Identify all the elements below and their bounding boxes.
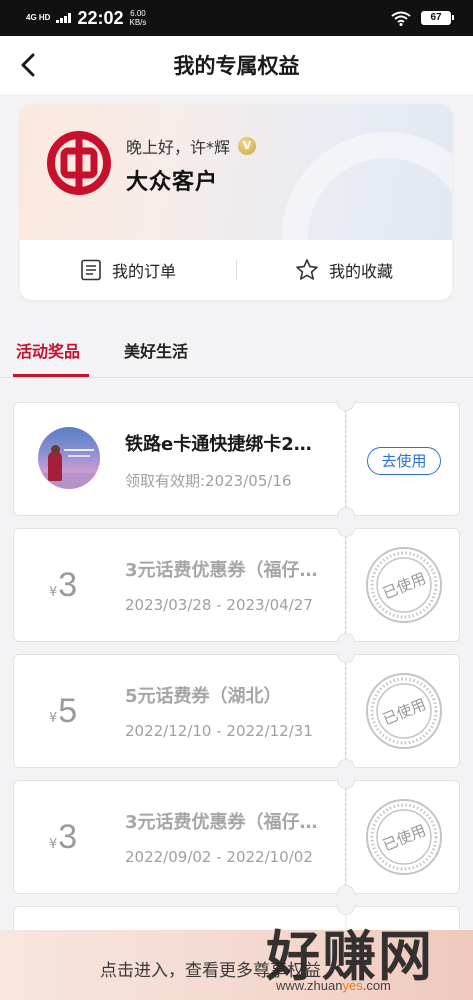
wifi-icon	[391, 11, 411, 26]
nav-bar: 我的专属权益	[0, 36, 473, 94]
coupon-card[interactable]: ¥ 5 5元话费券（湖北） 2022/12/10 - 2022/12/31 已使…	[13, 653, 460, 769]
coupon-title: 3元话费优惠券（福仔…	[125, 812, 318, 833]
coupon-thumbnail	[38, 427, 100, 489]
used-stamp-text: 已使用	[380, 569, 428, 603]
star-outline-icon	[296, 259, 318, 280]
coupon-divider	[345, 410, 346, 508]
coupon-date: 2022/09/02 - 2022/10/02	[125, 848, 313, 866]
more-benefits-banner[interactable]: 点击进入，查看更多尊享权益	[0, 930, 473, 1000]
currency-symbol: ¥	[49, 837, 58, 852]
page-title: 我的专属权益	[173, 54, 300, 78]
coupon-price: ¥ 5	[49, 692, 77, 731]
coupon-amount: 5	[58, 692, 78, 730]
action-divider	[236, 260, 237, 280]
used-stamp-icon: 已使用	[366, 799, 442, 875]
coupon-date: 2022/12/10 - 2022/12/31	[125, 722, 313, 740]
status-bar: 4G HD 22:02 6.00 KB/s 67	[0, 0, 473, 36]
currency-symbol: ¥	[49, 585, 58, 600]
coupon-title: 3元话费优惠券（福仔…	[125, 560, 318, 581]
tab-bar: 活动奖品 美好生活	[0, 316, 473, 378]
my-favorites-label: 我的收藏	[328, 262, 393, 281]
my-orders-label: 我的订单	[111, 262, 176, 281]
use-coupon-button[interactable]: 去使用	[367, 447, 441, 475]
network-indicator: 4G HD	[26, 13, 51, 22]
chevron-left-icon	[21, 53, 35, 77]
back-button[interactable]	[14, 51, 42, 79]
coupon-divider	[345, 788, 346, 886]
profile-card: 晚上好，许*辉 V 大众客户 我的订单 我的收藏	[20, 104, 452, 300]
coupon-card[interactable]: 铁路e卡通快捷绑卡2… 领取有效期:2023/05/16 去使用	[13, 401, 460, 517]
coupon-amount: 3	[58, 818, 78, 856]
used-stamp-icon: 已使用	[366, 673, 442, 749]
clock: 22:02	[77, 7, 124, 28]
coupon-date: 2023/03/28 - 2023/04/27	[125, 596, 313, 614]
vip-badge-icon: V	[238, 137, 257, 155]
more-benefits-text: 点击进入，查看更多尊享权益	[100, 961, 321, 981]
speed-unit: KB/s	[129, 18, 147, 27]
coupon-card[interactable]	[13, 905, 460, 946]
battery-icon: 67	[421, 11, 454, 25]
coupon-price: ¥ 3	[49, 566, 77, 605]
coupon-divider	[345, 536, 346, 634]
used-stamp-icon: 已使用	[366, 547, 442, 623]
currency-symbol: ¥	[49, 711, 58, 726]
coupon-title: 铁路e卡通快捷绑卡2…	[125, 434, 312, 455]
used-stamp-text: 已使用	[380, 821, 428, 855]
tab-activity-prizes[interactable]: 活动奖品	[16, 338, 80, 362]
coupon-divider	[345, 662, 346, 760]
coupon-date: 领取有效期:2023/05/16	[125, 472, 292, 490]
coupon-amount: 3	[58, 566, 78, 604]
order-list-icon	[81, 259, 101, 281]
active-tab-indicator	[13, 374, 89, 377]
tab-better-life[interactable]: 美好生活	[124, 338, 188, 362]
coupon-card[interactable]: ¥ 3 3元话费优惠券（福仔… 2023/03/28 - 2023/04/27 …	[13, 527, 460, 643]
greeting-text: 晚上好，许*辉	[126, 138, 231, 157]
coupon-card[interactable]: ¥ 3 3元话费优惠券（福仔… 2022/09/02 - 2022/10/02 …	[13, 779, 460, 895]
coupon-title: 5元话费券（湖北）	[125, 686, 282, 707]
bank-of-china-logo	[47, 131, 111, 195]
coupon-price: ¥ 3	[49, 818, 77, 857]
profile-header: 晚上好，许*辉 V 大众客户	[20, 104, 452, 240]
network-speed: 6.00 KB/s	[130, 9, 147, 27]
my-favorites-button[interactable]: 我的收藏	[236, 258, 452, 282]
signal-icon	[56, 13, 72, 23]
customer-level: 大众客户	[126, 169, 219, 195]
my-orders-button[interactable]: 我的订单	[20, 258, 236, 282]
speed-value: 6.00	[130, 9, 146, 18]
used-stamp-text: 已使用	[380, 695, 428, 729]
decorative-ring	[282, 132, 452, 240]
